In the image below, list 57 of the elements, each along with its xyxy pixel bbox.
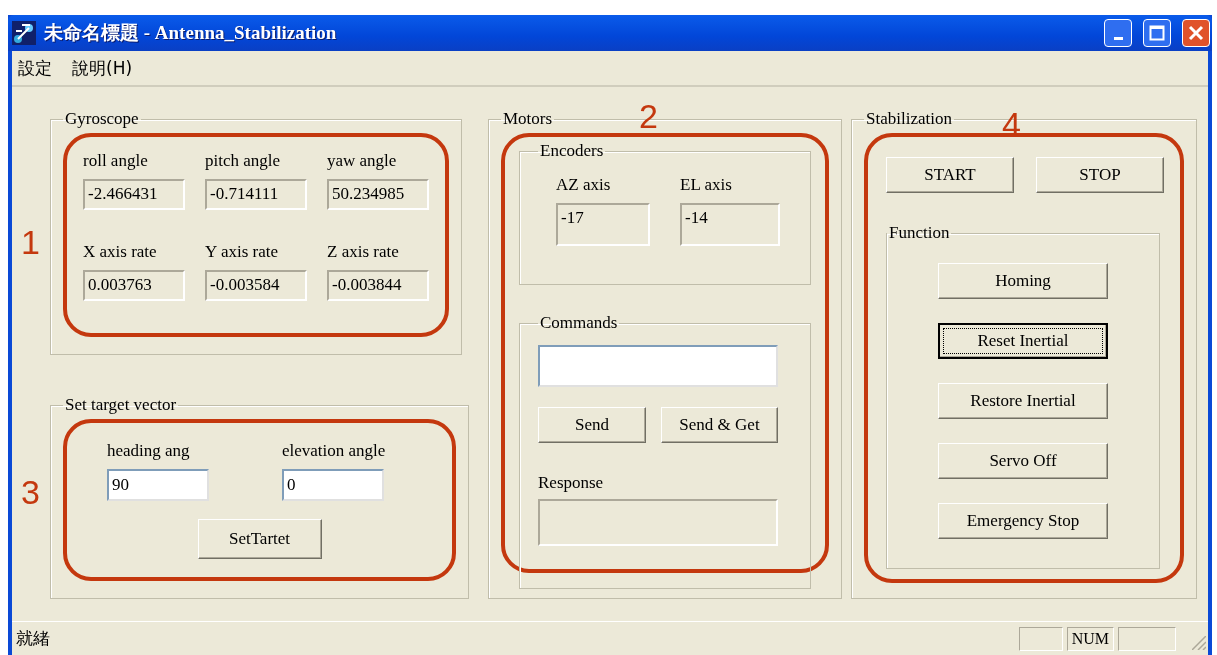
readonly-field: -0.003844 xyxy=(327,270,429,301)
menu-item[interactable]: 說明(H) xyxy=(72,56,133,80)
app-icon xyxy=(12,21,36,45)
group-title: Commands xyxy=(539,313,619,333)
field-label: heading ang xyxy=(107,441,190,461)
annotation-number: 2 xyxy=(639,99,658,133)
function-button[interactable]: Servo Off xyxy=(938,443,1108,479)
group-title: Function xyxy=(888,223,951,243)
annotation-number: 1 xyxy=(21,225,40,259)
status-pane xyxy=(1118,626,1176,651)
readonly-field: -17 xyxy=(556,203,650,246)
function-button[interactable]: Restore Inertial xyxy=(938,383,1108,419)
input-field[interactable]: 0 xyxy=(282,469,384,501)
group-title: Stabilization xyxy=(865,109,953,129)
minimize-icon xyxy=(1113,36,1123,40)
close-icon xyxy=(1188,25,1204,41)
function-button[interactable]: Homing xyxy=(938,263,1108,299)
command-button[interactable]: START xyxy=(886,157,1014,193)
close-button[interactable] xyxy=(1182,19,1210,47)
maximize-button[interactable] xyxy=(1143,19,1171,47)
field-label: Y axis rate xyxy=(205,242,279,262)
readonly-field: -0.714111 xyxy=(205,179,307,210)
field-label: elevation angle xyxy=(282,441,386,461)
field-label: Z axis rate xyxy=(327,242,400,262)
field-label: yaw angle xyxy=(327,151,398,171)
field-label: pitch angle xyxy=(205,151,282,171)
command-field[interactable] xyxy=(538,345,778,387)
status-pane xyxy=(1018,626,1063,651)
window-title: 未命名標題 - Antenna_Stabilization xyxy=(44,21,338,45)
group-title: Motors xyxy=(502,109,554,129)
field-label: Response xyxy=(538,473,605,493)
command-button[interactable]: STOP xyxy=(1036,157,1164,193)
readonly-field: -0.003584 xyxy=(205,270,307,301)
readonly-field: 50.234985 xyxy=(327,179,429,210)
menu-item[interactable]: 設定 xyxy=(18,56,52,80)
resize-grip-icon xyxy=(1192,635,1206,650)
field-label: X axis rate xyxy=(83,242,158,262)
send-get-button[interactable]: Send & Get xyxy=(661,407,778,443)
maximize-icon xyxy=(1149,25,1165,41)
function-button[interactable]: Emergency Stop xyxy=(938,503,1108,539)
field-label: EL axis xyxy=(680,175,733,195)
function-button[interactable]: Reset Inertial xyxy=(938,323,1108,359)
field-label: roll angle xyxy=(83,151,149,171)
minimize-button[interactable] xyxy=(1104,19,1132,47)
readonly-field: 0.003763 xyxy=(83,270,185,301)
input-field[interactable]: 90 xyxy=(107,469,209,501)
field-label: AZ axis xyxy=(556,175,612,195)
status-text: 就緒 xyxy=(16,627,51,650)
send-button[interactable]: Send xyxy=(538,407,646,443)
annotation-number: 3 xyxy=(21,475,40,509)
status-indicator: NUM xyxy=(1066,626,1114,651)
group-title: Gyroscope xyxy=(64,109,140,129)
group-title: Set target vector xyxy=(64,395,178,415)
group-title: Encoders xyxy=(539,141,605,161)
readonly-field: -2.466431 xyxy=(83,179,185,210)
set-target-button[interactable]: SetTartet xyxy=(197,519,322,559)
readonly-field: -14 xyxy=(680,203,780,246)
